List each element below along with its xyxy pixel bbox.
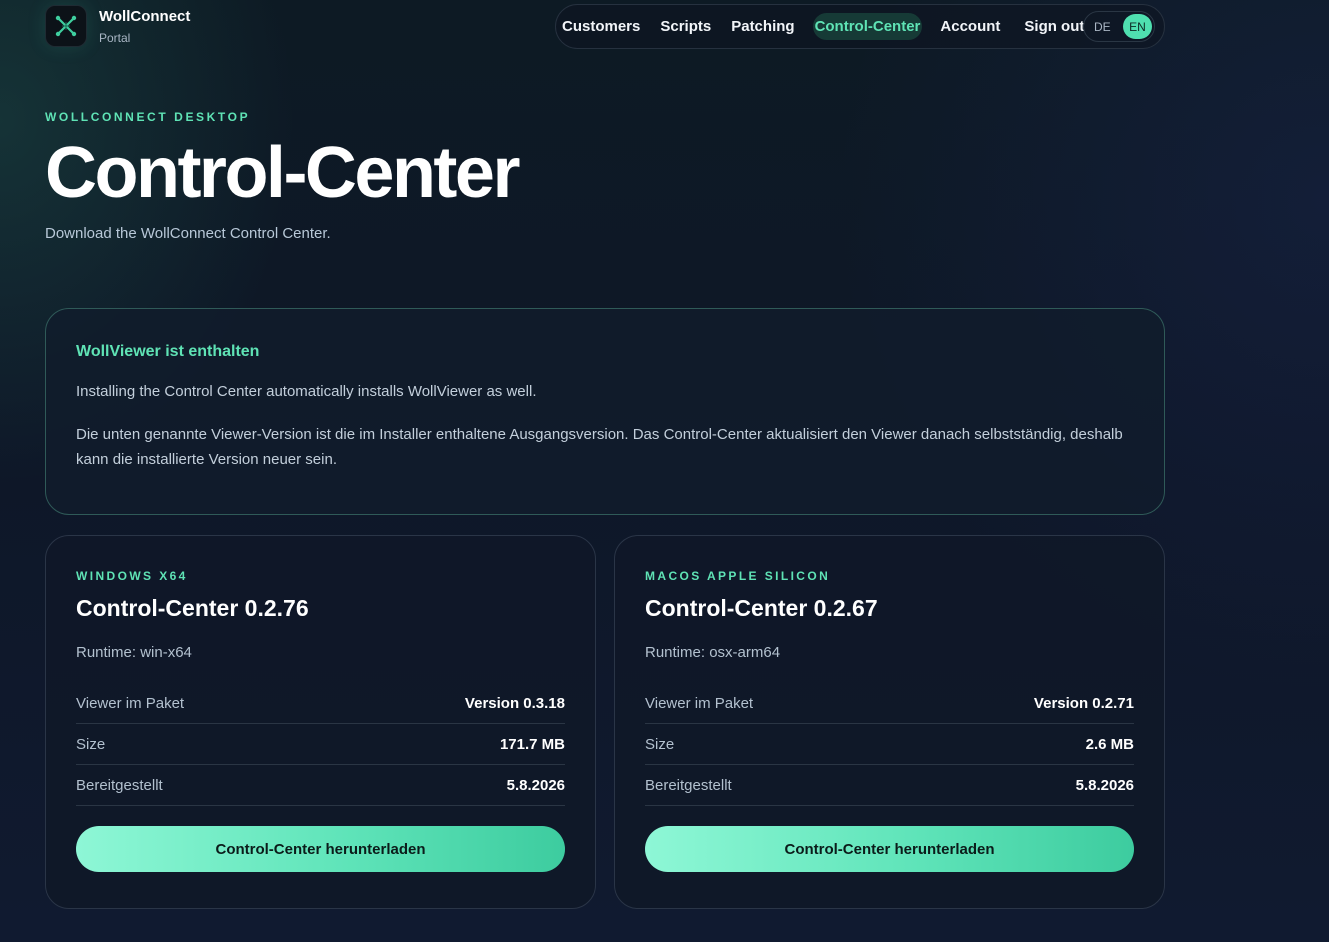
nav-item-customers[interactable]: Customers	[562, 13, 640, 40]
nav-item-control-center[interactable]: Control-Center	[812, 13, 923, 40]
info-rows: Viewer im Paket Version 0.3.18 Size 171.…	[76, 683, 565, 806]
row-value: Version 0.3.18	[464, 694, 565, 712]
brand-name: WollConnect	[99, 8, 191, 25]
lang-en-button[interactable]: EN	[1123, 14, 1152, 39]
language-switch: DE EN	[1083, 11, 1155, 42]
row-value: Version 0.2.71	[1033, 694, 1134, 712]
row-label: Bereitgestellt	[76, 776, 163, 794]
runtime-label: Runtime: win-x64	[76, 644, 192, 661]
info-title: WollViewer ist enthalten	[76, 343, 260, 360]
download-card-macos: MACOS APPLE SILICON Control-Center 0.2.6…	[614, 535, 1165, 909]
crossed-arrows-logo-icon	[45, 5, 87, 47]
nav-item-patching[interactable]: Patching	[731, 13, 794, 40]
row-label: Viewer im Paket	[76, 694, 185, 712]
row-viewer: Viewer im Paket Version 0.2.71	[645, 683, 1134, 724]
row-value: 5.8.2026	[506, 776, 565, 794]
download-button-macos[interactable]: Control-Center herunterladen	[645, 826, 1134, 872]
card-title: Control-Center 0.2.67	[645, 595, 878, 621]
info-rows: Viewer im Paket Version 0.2.71 Size 2.6 …	[645, 683, 1134, 806]
runtime-label: Runtime: osx-arm64	[645, 644, 781, 661]
download-button-windows[interactable]: Control-Center herunterladen	[76, 826, 565, 872]
platform-label: MACOS APPLE SILICON	[645, 569, 831, 583]
nav-item-sign-out[interactable]: Sign out	[1024, 13, 1084, 40]
page-subtitle: Download the WollConnect Control Center.	[45, 225, 331, 242]
card-title: Control-Center 0.2.76	[76, 595, 309, 621]
brand[interactable]: WollConnect Portal	[45, 5, 190, 47]
row-value: 2.6 MB	[1085, 735, 1134, 753]
info-paragraph-2: Die unten genannte Viewer-Version ist di…	[76, 426, 1123, 468]
row-value: 5.8.2026	[1075, 776, 1134, 794]
row-value: 171.7 MB	[499, 735, 565, 753]
row-label: Size	[645, 735, 675, 753]
download-card-windows: WINDOWS X64 Control-Center 0.2.76 Runtim…	[45, 535, 596, 909]
row-label: Viewer im Paket	[645, 694, 754, 712]
brand-subtitle: Portal	[99, 31, 131, 45]
page-title: Control-Center	[45, 133, 520, 213]
row-released: Bereitgestellt 5.8.2026	[76, 765, 565, 806]
info-box: WollViewer ist enthalten Installing the …	[45, 308, 1165, 515]
row-label: Bereitgestellt	[645, 776, 732, 794]
row-viewer: Viewer im Paket Version 0.3.18	[76, 683, 565, 724]
nav-item-scripts[interactable]: Scripts	[660, 13, 711, 40]
nav-item-account[interactable]: Account	[940, 13, 1000, 40]
lang-de-button[interactable]: DE	[1094, 20, 1111, 34]
platform-label: WINDOWS X64	[76, 569, 188, 583]
row-size: Size 2.6 MB	[645, 724, 1134, 765]
info-paragraph-1: Installing the Control Center automatica…	[76, 383, 537, 400]
row-label: Size	[76, 735, 106, 753]
page-eyebrow: WOLLCONNECT DESKTOP	[45, 110, 251, 124]
main-nav: Customers Scripts Patching Control-Cente…	[555, 4, 1165, 49]
row-size: Size 171.7 MB	[76, 724, 565, 765]
row-released: Bereitgestellt 5.8.2026	[645, 765, 1134, 806]
